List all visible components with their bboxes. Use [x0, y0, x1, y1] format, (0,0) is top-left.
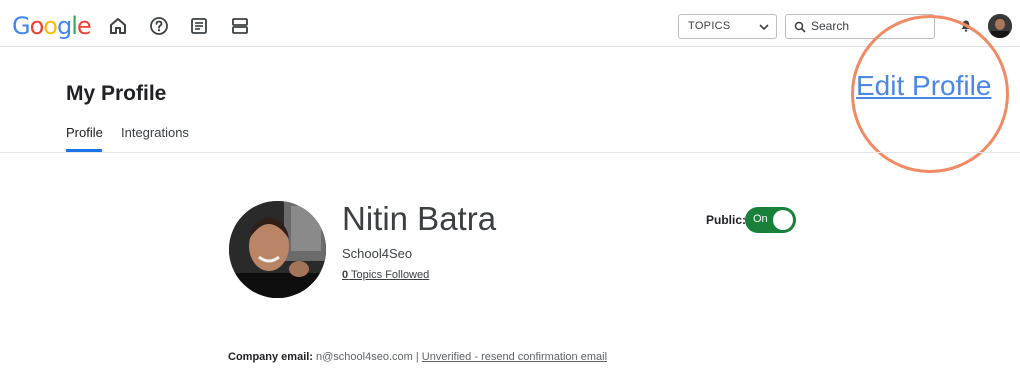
top-navigation-bar: Google TOPICS [0, 5, 1020, 47]
article-icon[interactable] [189, 16, 209, 36]
company-email-line: Company email: n@school4seo.com | Unveri… [228, 351, 607, 363]
home-icon[interactable] [108, 16, 128, 36]
logo-letter: o [43, 12, 58, 40]
logo-letter: G [12, 12, 31, 40]
view-agenda-icon[interactable] [230, 16, 250, 36]
search-icon [794, 21, 806, 33]
resend-confirmation-link[interactable]: Unverified - resend confirmation email [422, 351, 607, 363]
tab-integrations[interactable]: Integrations [121, 125, 189, 140]
public-toggle[interactable]: On [745, 207, 796, 233]
tabs-divider [0, 152, 1020, 153]
profile-name: Nitin Batra [342, 200, 497, 237]
toggle-knob [773, 210, 793, 230]
public-toggle-text: On [753, 213, 768, 225]
topics-dropdown-label: TOPICS [688, 20, 731, 32]
company-email-label: Company email: [228, 351, 313, 363]
chevron-down-icon [759, 24, 769, 31]
bell-icon[interactable] [961, 20, 971, 32]
page-title: My Profile [66, 82, 167, 105]
logo-letter: e [76, 12, 92, 40]
topics-followed-label: Topics Followed [348, 269, 430, 281]
help-icon[interactable] [149, 16, 169, 36]
logo-letter: o [29, 12, 45, 40]
topics-dropdown[interactable]: TOPICS [678, 14, 777, 39]
topics-followed-link[interactable]: 0 Topics Followed [342, 269, 429, 281]
google-logo[interactable]: Google [12, 12, 92, 40]
profile-photo [229, 201, 326, 298]
company-email-value: n@school4seo.com | [312, 351, 422, 363]
logo-letter: g [56, 12, 72, 40]
account-avatar[interactable] [988, 14, 1012, 38]
edit-profile-link[interactable]: Edit Profile [856, 70, 991, 102]
public-label: Public: [706, 213, 747, 227]
search-box[interactable] [785, 14, 935, 39]
tab-profile[interactable]: Profile [66, 125, 103, 140]
profile-organization: School4Seo [342, 246, 413, 261]
search-input[interactable] [811, 19, 921, 33]
